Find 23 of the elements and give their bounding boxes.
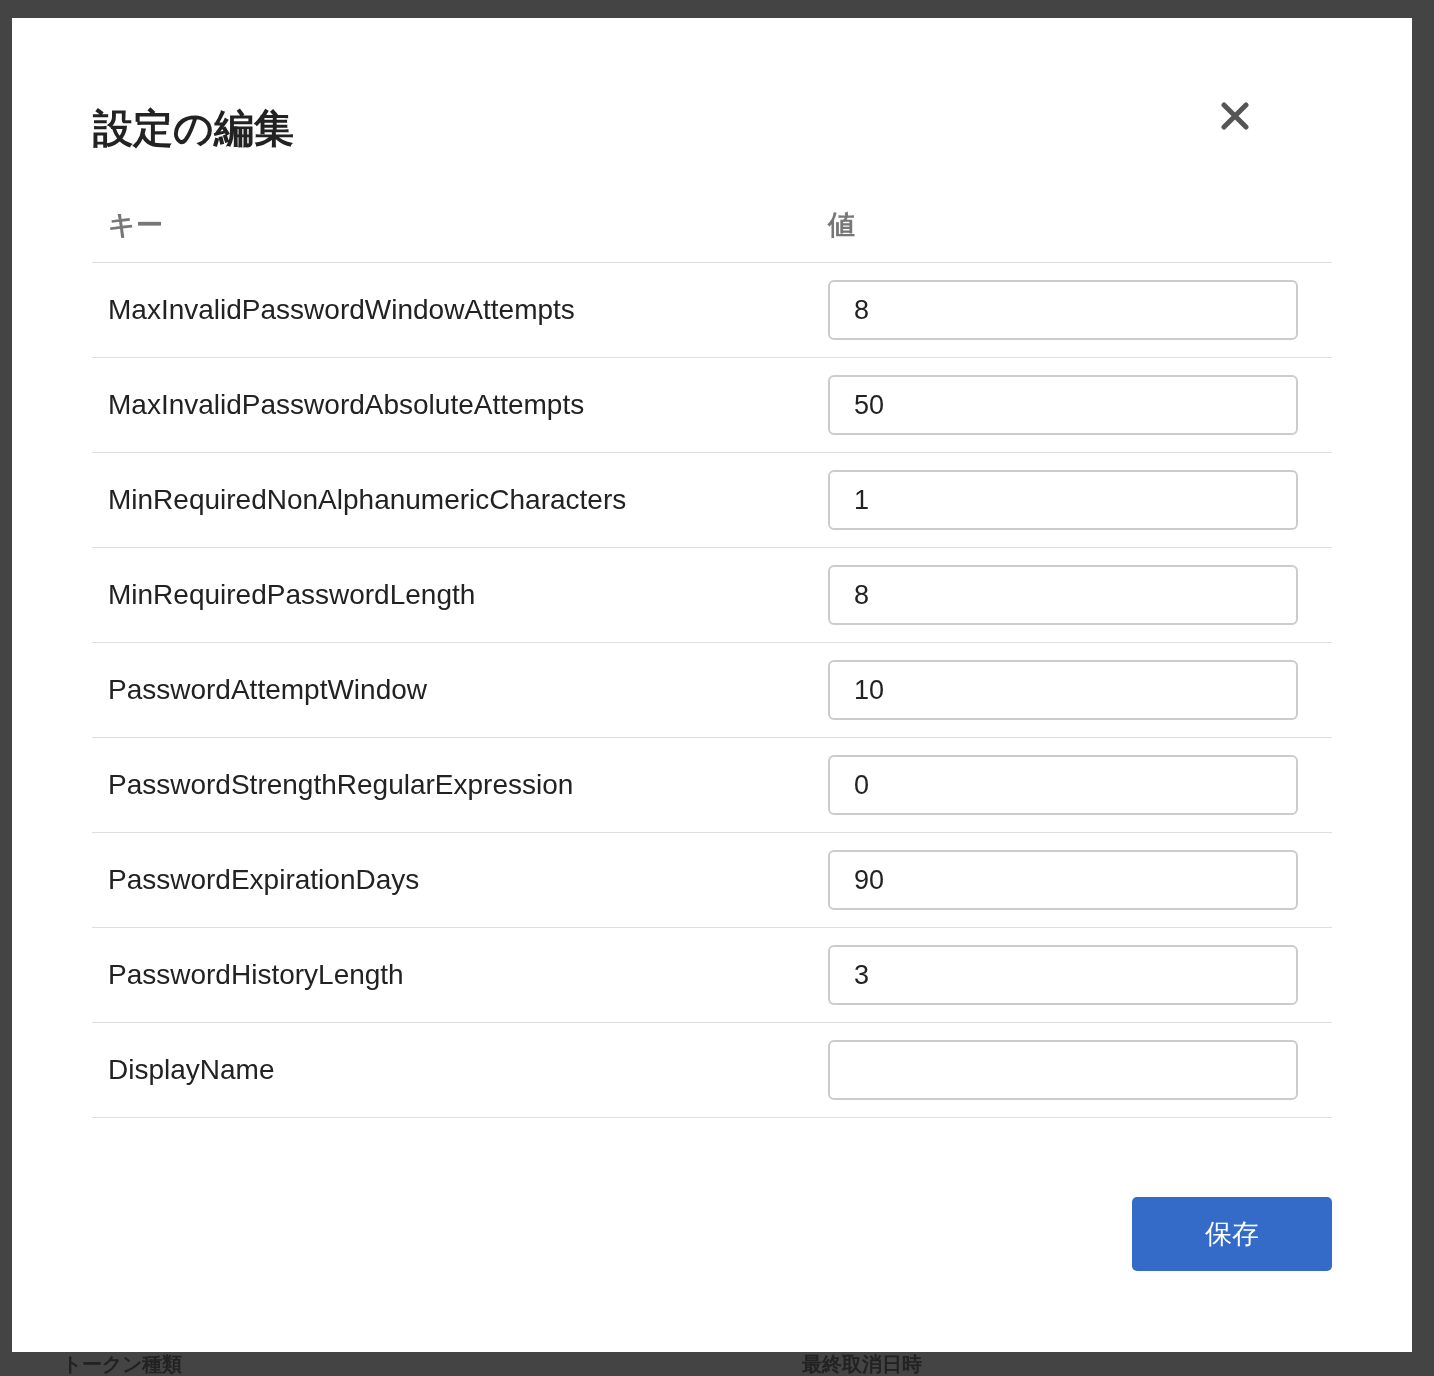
- value-field[interactable]: [828, 1040, 1298, 1100]
- value-field[interactable]: 90: [828, 850, 1298, 910]
- setting-key: MaxInvalidPasswordWindowAttempts: [108, 294, 575, 325]
- setting-key: PasswordHistoryLength: [108, 959, 404, 990]
- setting-key: PasswordStrengthRegularExpression: [108, 769, 574, 800]
- dialog-title: 設定の編集: [93, 104, 294, 153]
- value-field[interactable]: 50: [828, 375, 1298, 435]
- value-field[interactable]: 1: [828, 470, 1298, 530]
- column-header: 値: [828, 209, 855, 240]
- setting-key: MinRequiredNonAlphanumericCharacters: [108, 484, 627, 515]
- setting-key: PasswordAttemptWindow: [108, 674, 427, 705]
- setting-key: MaxInvalidPasswordAbsoluteAttempts: [108, 389, 585, 420]
- save-button[interactable]: 保存: [1132, 1197, 1332, 1271]
- value-field[interactable]: 0: [828, 755, 1298, 815]
- value-field[interactable]: 8: [828, 565, 1298, 625]
- value-field[interactable]: 3: [828, 945, 1298, 1005]
- value-field[interactable]: 8: [828, 280, 1298, 340]
- close-icon[interactable]: [1221, 102, 1249, 130]
- setting-key: DisplayName: [108, 1054, 275, 1085]
- setting-key: MinRequiredPasswordLength: [108, 579, 476, 610]
- setting-key: PasswordExpirationDays: [108, 864, 420, 895]
- value-field[interactable]: 10: [828, 660, 1298, 720]
- column-header: キー: [108, 209, 163, 240]
